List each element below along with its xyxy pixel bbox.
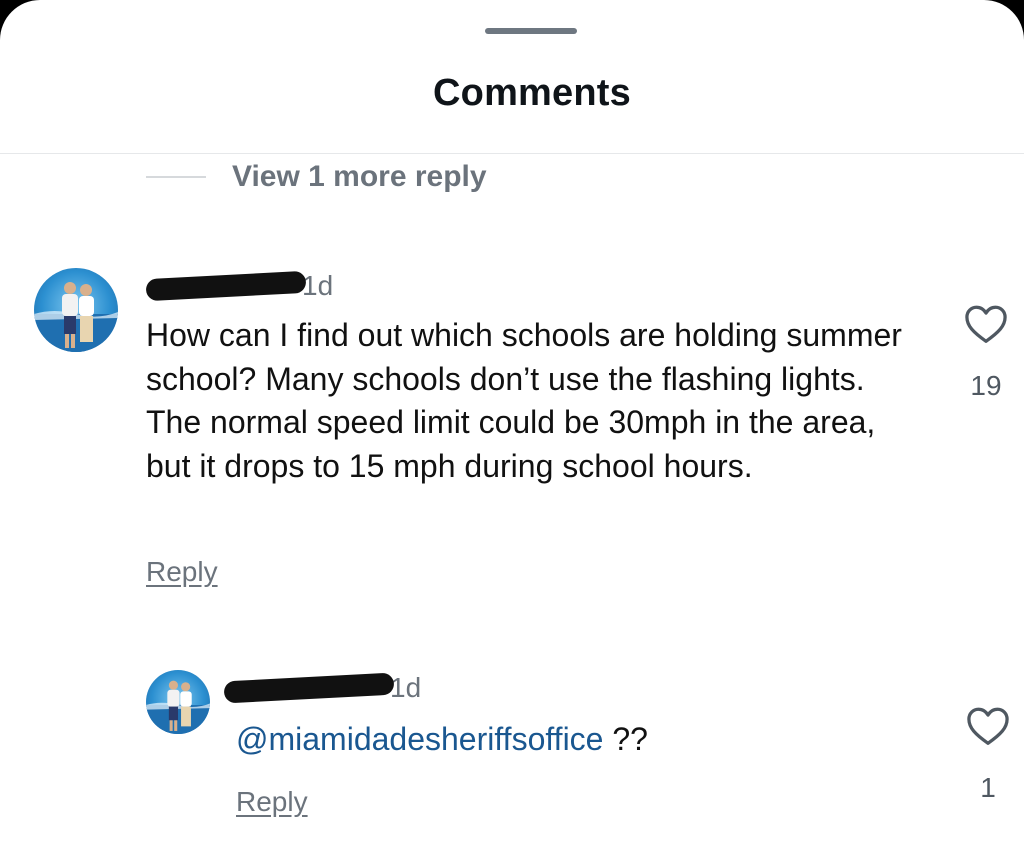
like-count: 1: [980, 772, 996, 803]
mention-link[interactable]: @miamidadesheriffsoffice: [236, 721, 603, 757]
view-more-replies-button[interactable]: View 1 more reply: [146, 155, 487, 199]
view-more-replies-label: View 1 more reply: [232, 160, 487, 193]
header-divider: [0, 153, 1024, 154]
avatar[interactable]: [146, 670, 210, 734]
like-count: 19: [970, 370, 1002, 401]
redacted-username: [145, 270, 307, 302]
comment-timestamp: 1d: [302, 270, 334, 301]
sheet-drag-handle[interactable]: [485, 28, 577, 34]
thread-line: [146, 176, 206, 178]
sheet-title: Comments: [433, 72, 631, 114]
avatar-photo-icon: [146, 680, 210, 734]
avatar[interactable]: [34, 268, 118, 352]
comment-body: How can I find out which schools are hol…: [146, 314, 926, 488]
like-button[interactable]: [961, 304, 1011, 349]
reply-button[interactable]: Reply: [236, 786, 308, 818]
redacted-username: [223, 672, 395, 704]
comment-username[interactable]: 1d: [223, 672, 422, 704]
comment-text: How can I find out which schools are hol…: [146, 317, 902, 484]
avatar-photo-icon: [34, 282, 118, 352]
comment-timestamp: 1d: [390, 672, 422, 703]
heart-outline-icon: [965, 305, 1007, 343]
comment-text: ??: [603, 721, 648, 757]
comment-username[interactable]: 1d: [145, 270, 334, 302]
comments-sheet: Comments View 1 more reply 1d How can I …: [0, 0, 1024, 861]
comment-body: @miamidadesheriffsoffice ??: [236, 718, 916, 762]
heart-outline-icon: [967, 707, 1009, 745]
like-button[interactable]: [963, 706, 1013, 751]
reply-button[interactable]: Reply: [146, 556, 218, 588]
